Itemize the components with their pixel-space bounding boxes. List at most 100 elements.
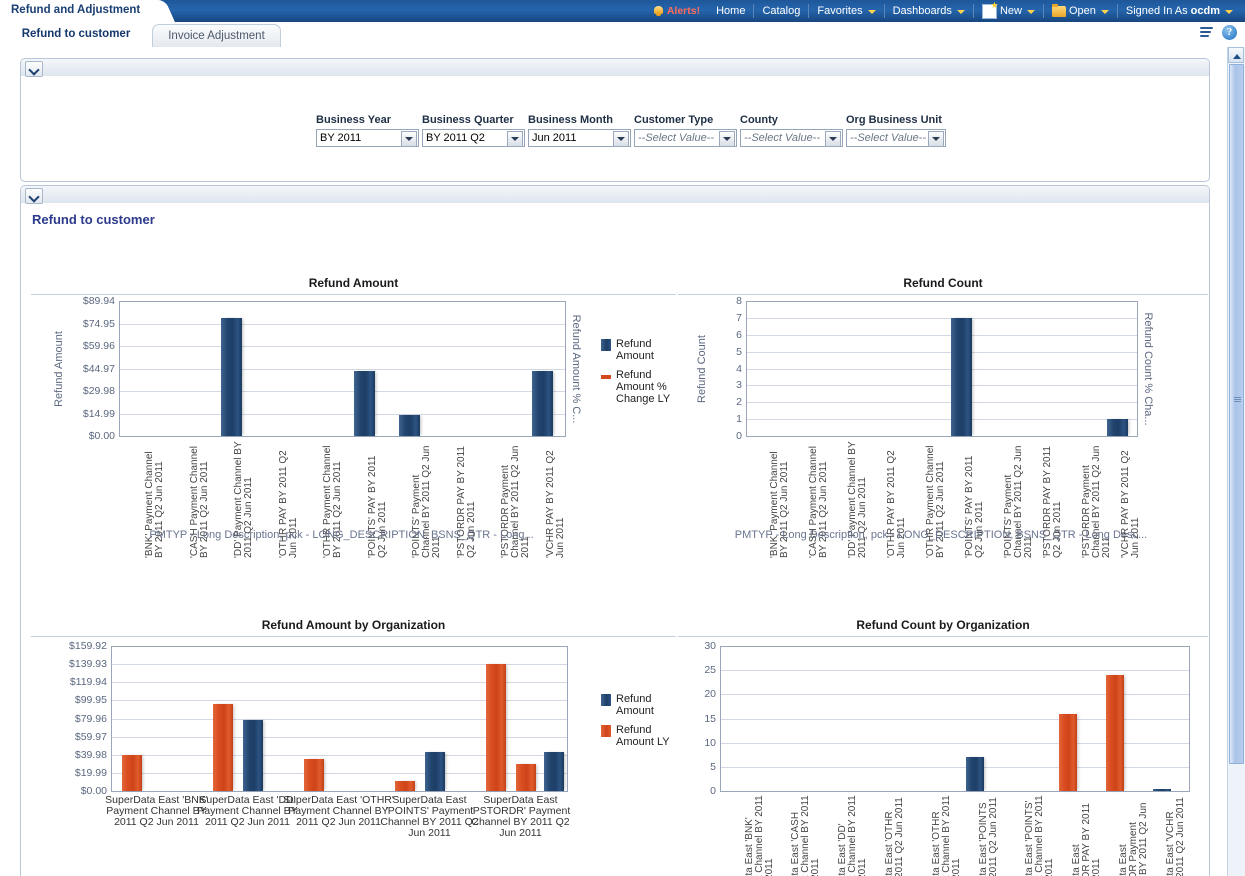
gridline bbox=[120, 301, 565, 302]
chart-refund-count[interactable]: Refund Count 0 1 2 3 4 5 6 7 8 Refund Count Refund … bbox=[678, 276, 1208, 596]
scrollbar-thumb[interactable] bbox=[1229, 64, 1244, 764]
nav-catalog[interactable]: Catalog bbox=[754, 0, 808, 22]
y-axis-tick: 5 bbox=[710, 760, 716, 773]
chart-bar[interactable] bbox=[1059, 713, 1077, 791]
chart-bar[interactable] bbox=[1153, 788, 1171, 791]
y-axis-tick: 0 bbox=[736, 430, 742, 442]
chart-bar[interactable] bbox=[395, 781, 415, 791]
legend-label: Refund Amount bbox=[616, 693, 654, 717]
y-axis-tick: $99.95 bbox=[74, 694, 107, 707]
prompt-field-5: Org Business Unit --Select Value-- bbox=[846, 114, 946, 147]
vertical-scrollbar[interactable] bbox=[1227, 47, 1245, 876]
report-collapse-button[interactable] bbox=[25, 188, 43, 204]
x-axis-label: SuperData East 'BNK' Payment Channel BY … bbox=[744, 795, 775, 876]
chart-bar[interactable] bbox=[354, 371, 375, 436]
gridline bbox=[747, 301, 1137, 302]
prompt-select-4[interactable]: --Select Value-- bbox=[740, 129, 843, 147]
x-axis-label: SuperData East 'PSTORDR' Payment Channel… bbox=[470, 794, 571, 839]
nav-favorites[interactable]: Favorites bbox=[809, 0, 883, 22]
chart-refund-amount-by-organization[interactable]: Refund Amount by Organization $0.00 $19.99… bbox=[31, 618, 676, 876]
chart-bar[interactable] bbox=[1107, 419, 1128, 436]
nav-new[interactable]: New bbox=[974, 0, 1043, 22]
prompt-select-2[interactable]: Jun 2011 bbox=[528, 129, 631, 147]
chart-refund-count-by-organization[interactable]: Refund Count by Organization 0 5 10 15 20 25 30… bbox=[678, 618, 1208, 876]
x-axis-label: SuperData East 'OTHR Payment Channel BY … bbox=[931, 795, 962, 876]
y-axis-tick: $39.98 bbox=[74, 748, 107, 761]
prompt-collapse-button[interactable] bbox=[25, 61, 43, 77]
prompt-select-5[interactable]: --Select Value-- bbox=[846, 129, 946, 147]
chart-title: Refund Count bbox=[903, 276, 983, 290]
chart-bar[interactable] bbox=[486, 664, 506, 791]
help-icon[interactable]: ? bbox=[1222, 25, 1237, 40]
chevron-down-icon[interactable] bbox=[613, 131, 629, 147]
legend-swatch bbox=[601, 725, 611, 737]
report-section-header bbox=[21, 186, 1209, 203]
chevron-down-icon bbox=[1100, 10, 1109, 14]
chevron-down-icon[interactable] bbox=[401, 131, 417, 147]
y-axis-tick: $89.94 bbox=[82, 295, 115, 307]
chart-bar[interactable] bbox=[966, 757, 984, 791]
nav-new-label: New bbox=[999, 5, 1022, 17]
chart-bar[interactable] bbox=[425, 751, 445, 791]
x-axis-label: SuperData East 'OTHR PAY BY 2011 Q2 Jun … bbox=[884, 797, 905, 876]
prompt-value-2: Jun 2011 bbox=[532, 132, 577, 144]
nav-open[interactable]: Open bbox=[1044, 0, 1117, 22]
chart-bar[interactable] bbox=[951, 317, 972, 436]
y-axis-tick: $19.99 bbox=[74, 766, 107, 779]
y-axis-title: Refund Count bbox=[696, 334, 708, 403]
legend-swatch bbox=[601, 694, 611, 706]
chart-refund-amount[interactable]: Refund Amount $0.00 $14.99 $29.98 $44.97 $59.… bbox=[31, 276, 676, 596]
alerts-button[interactable]: Alerts! bbox=[645, 0, 708, 22]
chart-bar[interactable] bbox=[516, 764, 536, 791]
scroll-up-button[interactable] bbox=[1228, 47, 1244, 63]
chart-title: Refund Amount by Organization bbox=[261, 618, 446, 632]
y-axis-tick: $44.97 bbox=[82, 362, 115, 375]
prompt-value-5: --Select Value-- bbox=[850, 132, 927, 144]
nav-favorites-label: Favorites bbox=[817, 5, 863, 17]
x-axis-label: SuperData East 'PSTORDR Payment Channel … bbox=[1118, 802, 1149, 876]
chart-bar[interactable] bbox=[532, 371, 553, 436]
tab-refund-to-customer-label: Refund to customer bbox=[21, 28, 131, 40]
application-tab[interactable]: Refund and Adjustment bbox=[0, 0, 160, 22]
gridline bbox=[721, 670, 1189, 671]
dashboard-tab-strip: Refund to customer Invoice Adjustment ? bbox=[0, 22, 1245, 48]
nav-open-label: Open bbox=[1068, 5, 1096, 17]
username-label: ocdm bbox=[1190, 5, 1220, 17]
chart-bar[interactable] bbox=[122, 754, 142, 791]
prompt-select-3[interactable]: --Select Value-- bbox=[634, 129, 737, 147]
gridline bbox=[747, 402, 1137, 403]
gridline bbox=[120, 391, 565, 392]
chart-title-rule bbox=[31, 294, 676, 295]
chart-bar[interactable] bbox=[399, 415, 420, 436]
page-options-icon[interactable] bbox=[1200, 26, 1216, 40]
chevron-down-icon[interactable] bbox=[719, 131, 735, 147]
x-axis-label: SuperData East 'PSTORDR PAY BY 2011 Q2 J… bbox=[1071, 803, 1102, 876]
tab-refund-to-customer[interactable]: Refund to customer bbox=[6, 22, 146, 46]
chevron-down-icon bbox=[956, 10, 965, 14]
chart-bar[interactable] bbox=[213, 704, 233, 791]
nav-home[interactable]: Home bbox=[708, 0, 753, 22]
y-axis-tick: 4 bbox=[736, 362, 742, 375]
chart-bar[interactable] bbox=[1106, 675, 1124, 791]
chart-bar[interactable] bbox=[304, 758, 324, 791]
chart-bar[interactable] bbox=[243, 720, 263, 791]
chevron-down-icon[interactable] bbox=[825, 131, 841, 147]
tab-invoice-adjustment[interactable]: Invoice Adjustment bbox=[152, 24, 281, 47]
legend-label: Refund Amount bbox=[616, 338, 654, 362]
nav-dashboards[interactable]: Dashboards bbox=[885, 0, 973, 22]
signed-in-as[interactable]: Signed In As ocdm bbox=[1118, 0, 1241, 22]
chevron-down-icon[interactable] bbox=[928, 131, 944, 147]
chart-bar[interactable] bbox=[544, 751, 564, 791]
nav-dashboards-label: Dashboards bbox=[892, 5, 952, 17]
chart-bar[interactable] bbox=[221, 318, 242, 436]
y-axis-tick: 30 bbox=[704, 640, 716, 652]
chevron-down-icon[interactable] bbox=[507, 131, 523, 147]
y-axis-tick: $59.96 bbox=[82, 340, 115, 352]
dashboard-content: Business Year BY 2011 Business Quarter BY 2… bbox=[0, 47, 1228, 876]
folder-open-icon bbox=[1051, 3, 1066, 17]
y-axis-tick: 15 bbox=[704, 712, 716, 725]
prompt-select-0[interactable]: BY 2011 bbox=[316, 129, 419, 147]
plot-area bbox=[746, 301, 1138, 437]
prompt-select-1[interactable]: BY 2011 Q2 bbox=[422, 129, 525, 147]
report-title: Refund to customer bbox=[32, 212, 155, 227]
